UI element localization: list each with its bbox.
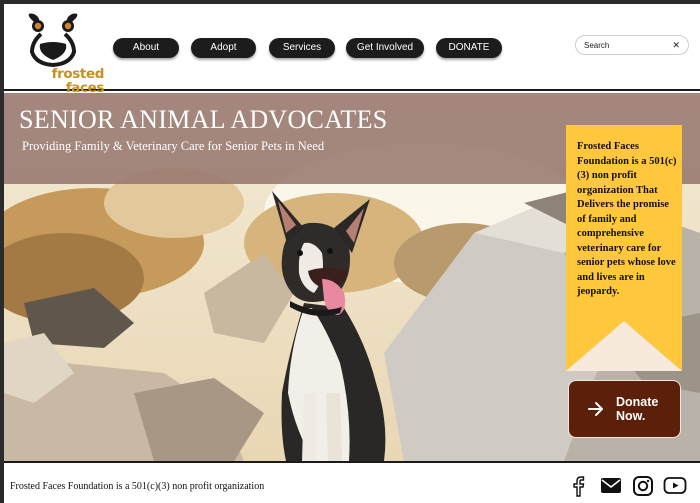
site-footer: Frosted Faces Foundation is a 501(c)(3) …: [4, 461, 700, 503]
hero-title: SENIOR ANIMAL ADVOCATES: [19, 105, 388, 134]
dog-face-logo-icon: [28, 13, 78, 68]
mail-icon[interactable]: [600, 477, 622, 495]
donate-now-label: Donate Now.: [616, 395, 659, 423]
logo[interactable]: frosted faces foundation: [8, 12, 104, 104]
clear-search-icon[interactable]: ✕: [672, 39, 680, 52]
youtube-icon[interactable]: [663, 476, 687, 496]
nav-get-involved-button[interactable]: Get Involved: [346, 38, 424, 58]
info-card-text: Frosted Faces Foundation is a 501(c)(3) …: [577, 141, 677, 297]
site-header: frosted faces foundation About Adopt Ser…: [4, 4, 700, 104]
page-frame: frosted faces foundation About Adopt Ser…: [4, 4, 700, 503]
nav-about-button[interactable]: About: [113, 38, 179, 58]
footer-text: Frosted Faces Foundation is a 501(c)(3) …: [10, 481, 265, 492]
nav-services-button[interactable]: Services: [269, 38, 335, 58]
arrow-right-icon: [588, 402, 603, 416]
nav-adopt-button[interactable]: Adopt: [191, 38, 256, 58]
search-input[interactable]: [584, 39, 666, 52]
info-card: Frosted Faces Foundation is a 501(c)(3) …: [577, 140, 677, 300]
logo-wordmark: frosted faces: [51, 66, 105, 96]
nav-donate-button[interactable]: DONATE: [436, 38, 502, 58]
hero-section: SENIOR ANIMAL ADVOCATES Providing Family…: [4, 93, 700, 461]
donate-now-button[interactable]: Donate Now.: [568, 380, 681, 438]
search-box: ✕: [575, 35, 689, 55]
instagram-icon[interactable]: [632, 475, 654, 497]
facebook-icon[interactable]: [571, 475, 587, 497]
hero-subtitle: Providing Family & Veterinary Care for S…: [22, 139, 325, 153]
